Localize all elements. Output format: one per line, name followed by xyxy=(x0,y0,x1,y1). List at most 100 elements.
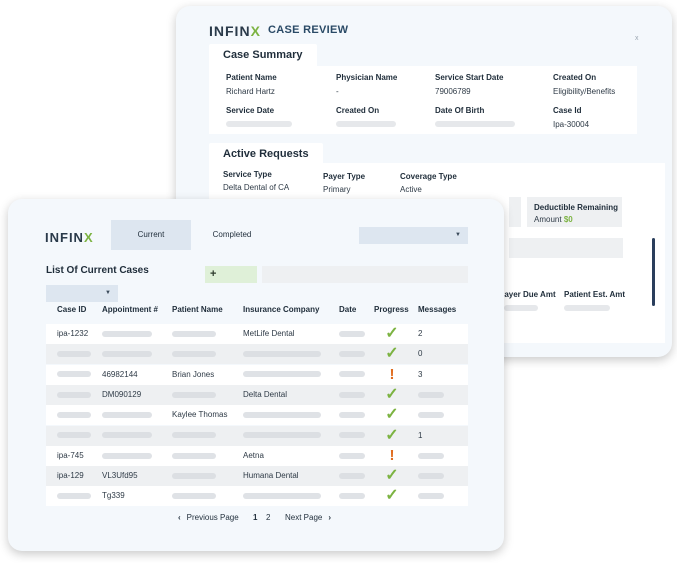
chevron-right-icon: › xyxy=(328,513,332,522)
cell-placeholder xyxy=(172,324,216,344)
cell-placeholder xyxy=(339,385,365,405)
cell-placeholder xyxy=(57,405,91,425)
close-icon[interactable]: x xyxy=(635,35,639,42)
table-row[interactable]: 0 ✓ xyxy=(46,344,468,365)
placeholder-bar xyxy=(339,391,365,398)
cell-appointment: Tg339 xyxy=(102,491,125,501)
cell-placeholder xyxy=(418,486,444,506)
service-date-placeholder xyxy=(226,121,292,127)
patient-est-label: Patient Est. Amt xyxy=(564,290,626,299)
placeholder-bar xyxy=(102,351,152,358)
check-icon: ✓ xyxy=(385,385,399,403)
cell-placeholder xyxy=(418,466,444,486)
cell-placeholder xyxy=(418,385,444,405)
service-start-date-value: 79006789 xyxy=(435,87,471,96)
cell-placeholder xyxy=(339,446,365,466)
placeholder-bar xyxy=(57,493,91,500)
payer-type-value: Primary xyxy=(323,185,351,194)
created-on-label-2: Created On xyxy=(336,106,380,115)
col-progress: Progress xyxy=(374,305,409,314)
placeholder-bar xyxy=(243,412,321,419)
table-row[interactable]: DM090129 Delta Dental ✓ xyxy=(46,384,468,405)
placeholder-bar xyxy=(418,472,444,479)
scrollbar[interactable] xyxy=(652,238,655,306)
date-of-birth-label: Date Of Birth xyxy=(435,106,485,115)
payer-due-placeholder xyxy=(504,305,538,311)
benefit-box xyxy=(509,197,521,227)
table-row[interactable]: Kaylee Thomas ✓ xyxy=(46,405,468,426)
table-row[interactable]: 46982144 Brian Jones 3! xyxy=(46,364,468,385)
search-input[interactable] xyxy=(262,266,468,283)
coverage-type-label: Coverage Type xyxy=(400,172,457,181)
cell-placeholder xyxy=(418,405,444,425)
col-case-id: Case ID xyxy=(57,305,87,314)
table-row[interactable]: ipa-1232 MetLife Dental 2 ✓ xyxy=(46,324,468,344)
placeholder-bar xyxy=(102,330,152,337)
cell-placeholder xyxy=(339,365,365,385)
cell-placeholder xyxy=(172,344,216,364)
cell-insurance: MetLife Dental xyxy=(243,329,295,338)
placeholder-bar xyxy=(243,432,321,439)
cell-placeholder xyxy=(57,344,91,364)
table-row[interactable]: ipa-745 Aetna! xyxy=(46,445,468,466)
cell-placeholder xyxy=(57,426,91,446)
cell-placeholder xyxy=(172,385,216,405)
service-type-value: Delta Dental of CA xyxy=(223,183,290,192)
placeholder-bar xyxy=(418,493,444,500)
placeholder-bar xyxy=(418,452,444,459)
created-on-placeholder xyxy=(336,121,396,127)
cell-placeholder xyxy=(57,365,91,385)
placeholder-bar xyxy=(57,432,91,439)
placeholder-bar xyxy=(339,371,365,378)
cell-placeholder xyxy=(172,466,216,486)
placeholder-bar xyxy=(172,472,216,479)
check-icon: ✓ xyxy=(385,487,399,505)
case-review-title: CASE REVIEW xyxy=(268,24,349,36)
table-row[interactable]: Tg339 ✓ xyxy=(46,486,468,507)
cell-placeholder xyxy=(102,324,152,344)
cell-placeholder xyxy=(418,446,444,466)
cell-placeholder xyxy=(57,385,91,405)
previous-page-button[interactable]: ‹ Previous Page xyxy=(178,513,239,522)
check-icon: ✓ xyxy=(385,345,399,363)
table-row[interactable]: 1 ✓ xyxy=(46,425,468,446)
sort-dropdown[interactable]: ▼ xyxy=(46,285,118,302)
cell-placeholder xyxy=(339,426,365,446)
cases-window: INFINX Current Completed ▼ List Of Curre… xyxy=(8,199,504,551)
placeholder-bar xyxy=(339,330,365,337)
page-2-button[interactable]: 2 xyxy=(266,513,270,522)
next-page-button[interactable]: Next Page › xyxy=(285,513,331,522)
cell-placeholder xyxy=(172,446,216,466)
cell-placeholder xyxy=(102,405,152,425)
placeholder-bar xyxy=(243,493,321,500)
cell-appointment: DM090129 xyxy=(102,389,142,399)
amount-label: Amount $0 xyxy=(534,215,573,224)
placeholder-bar xyxy=(102,412,152,419)
placeholder-bar xyxy=(339,493,365,500)
placeholder-bar xyxy=(57,371,91,378)
table-row[interactable]: ipa-129 VL3Ufd95 Humana Dental ✓ xyxy=(46,466,468,487)
case-id-value: Ipa-30004 xyxy=(553,120,590,129)
cell-insurance: Delta Dental xyxy=(243,389,288,399)
deductible-box: Deductible Remaining Amount $0 xyxy=(527,197,622,227)
check-icon: ✓ xyxy=(385,426,399,444)
active-requests-heading: Active Requests xyxy=(209,143,323,165)
amount-value: $0 xyxy=(563,215,573,224)
cell-messages: 2 xyxy=(418,329,423,338)
page-1-button[interactable]: 1 xyxy=(253,513,257,522)
filter-dropdown[interactable]: ▼ xyxy=(359,227,468,244)
cell-placeholder xyxy=(102,344,152,364)
placeholder-bar xyxy=(339,452,365,459)
placeholder-bar xyxy=(339,351,365,358)
tab-completed[interactable]: Completed xyxy=(196,220,268,250)
patient-name-label: Patient Name xyxy=(226,73,277,82)
col-patient-name: Patient Name xyxy=(172,305,223,314)
tab-current[interactable]: Current xyxy=(111,220,191,250)
case-summary-panel: Patient Name Richard Hartz Physician Nam… xyxy=(209,66,637,134)
chevron-left-icon: ‹ xyxy=(178,513,181,522)
placeholder-bar xyxy=(418,391,444,398)
cell-messages: 1 xyxy=(418,430,423,440)
cell-case-id: ipa-1232 xyxy=(57,329,89,338)
payer-due-label: Payer Due Amt xyxy=(499,290,556,299)
add-case-button[interactable]: + xyxy=(205,266,257,283)
